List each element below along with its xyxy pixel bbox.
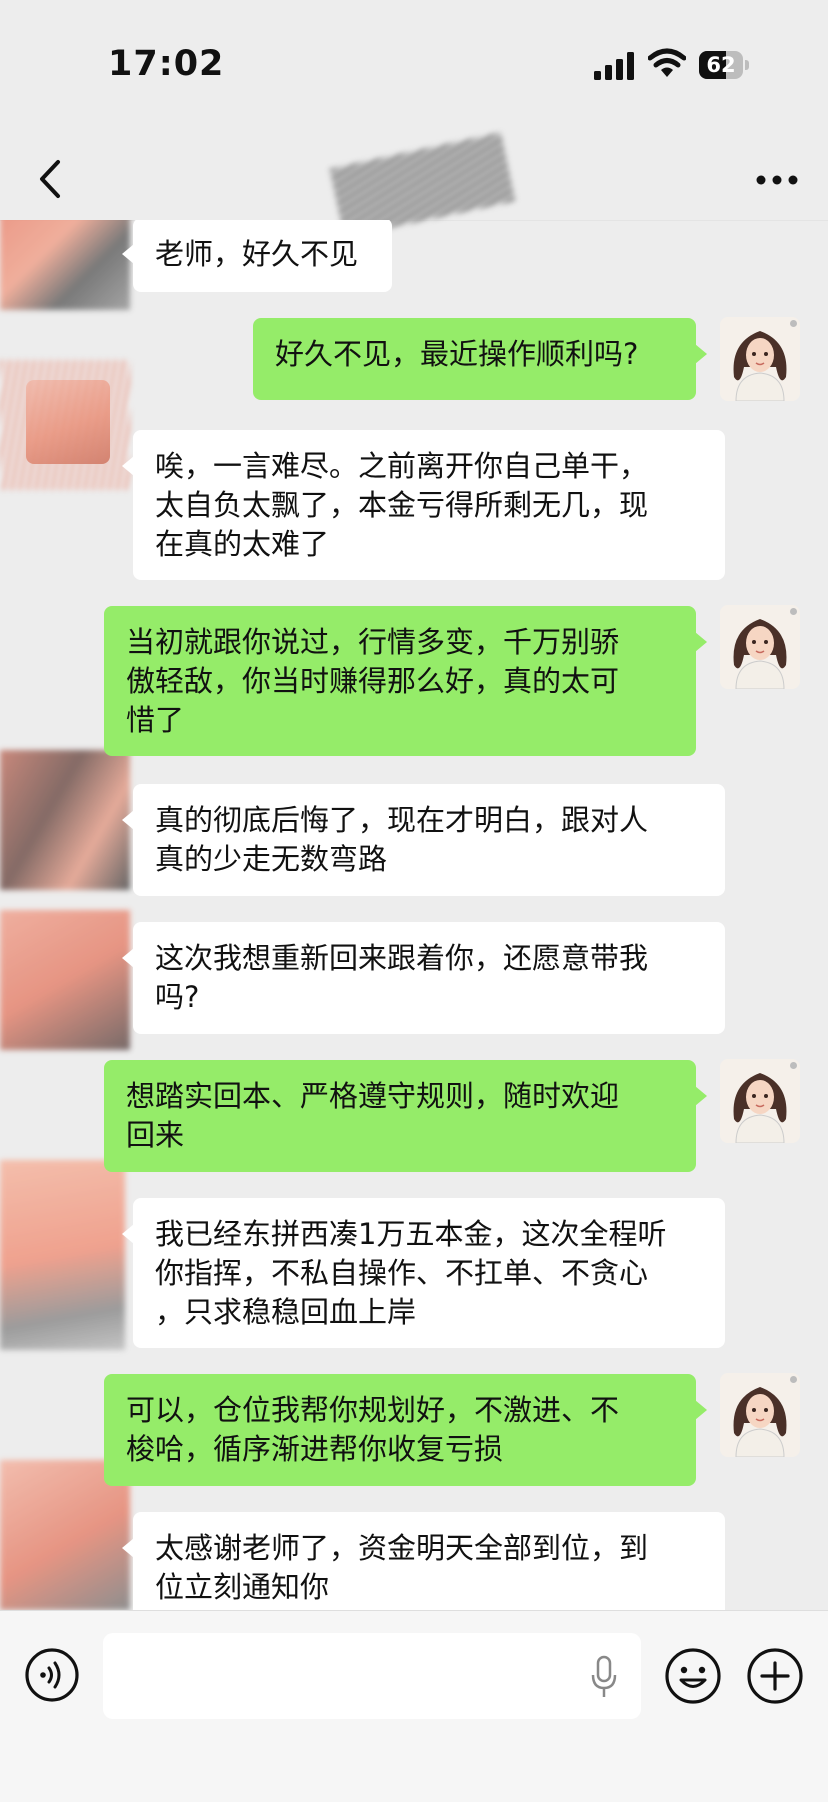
plus-icon[interactable]: [746, 1647, 804, 1705]
my-avatar[interactable]: [720, 605, 800, 689]
redacted-avatar: [0, 910, 130, 1050]
microphone-icon[interactable]: [590, 1655, 618, 1699]
my-avatar[interactable]: [720, 1059, 800, 1143]
status-time: 17:02: [108, 44, 225, 84]
cellular-signal-icon: [594, 52, 634, 80]
chat-message-list[interactable]: 老师，好久不见 好久不见，最近操作顺利吗? 唉，一言难尽。之前离开你自己单干， …: [0, 220, 828, 1610]
status-bar: 17:02 62: [0, 0, 828, 130]
woman-avatar-icon: [720, 317, 800, 401]
outgoing-message: 想踏实回本、严格遵守规则，随时欢迎 回来: [104, 1060, 707, 1172]
incoming-message: 我已经东拼西凑1万五本金，这次全程听 你指挥，不私自操作、不扛单、不贪心 ，只求…: [122, 1198, 725, 1348]
wifi-icon: [648, 48, 686, 77]
incoming-message: 真的彻底后悔了，现在才明白，跟对人 真的少走无数弯路: [122, 784, 725, 896]
redacted-avatar: [0, 360, 130, 490]
redacted-avatar: [0, 750, 130, 890]
incoming-message: 唉，一言难尽。之前离开你自己单干， 太自负太飘了，本金亏得所剩无几，现 在真的太…: [122, 430, 725, 580]
outgoing-message: 可以，仓位我帮你规划好，不激进、不 梭哈，循序渐进帮你收复亏损: [104, 1374, 707, 1486]
incoming-message: 太感谢老师了，资金明天全部到位，到 位立刻通知你: [122, 1512, 725, 1610]
incoming-message: 老师，好久不见: [122, 220, 392, 292]
woman-avatar-icon: [720, 1059, 800, 1143]
message-input[interactable]: [103, 1633, 641, 1719]
battery-percentage: 62: [706, 53, 736, 77]
outgoing-message: 好久不见，最近操作顺利吗?: [253, 318, 707, 400]
woman-avatar-icon: [720, 605, 800, 689]
woman-avatar-icon: [720, 1373, 800, 1457]
redacted-avatar: [0, 1160, 125, 1350]
more-options-icon[interactable]: [752, 160, 802, 200]
emoji-icon[interactable]: [664, 1647, 722, 1705]
input-bar: [0, 1610, 828, 1802]
battery-icon: 62: [699, 51, 749, 79]
chevron-left-icon[interactable]: [30, 154, 70, 204]
outgoing-message: 当初就跟你说过，行情多变，千万别骄 傲轻敌，你当时赚得那么好，真的太可 惜了: [104, 606, 707, 756]
redacted-avatar: [0, 220, 130, 310]
my-avatar[interactable]: [720, 1373, 800, 1457]
my-avatar[interactable]: [720, 317, 800, 401]
voice-icon[interactable]: [24, 1647, 80, 1703]
incoming-message: 这次我想重新回来跟着你，还愿意带我 吗?: [122, 922, 725, 1034]
